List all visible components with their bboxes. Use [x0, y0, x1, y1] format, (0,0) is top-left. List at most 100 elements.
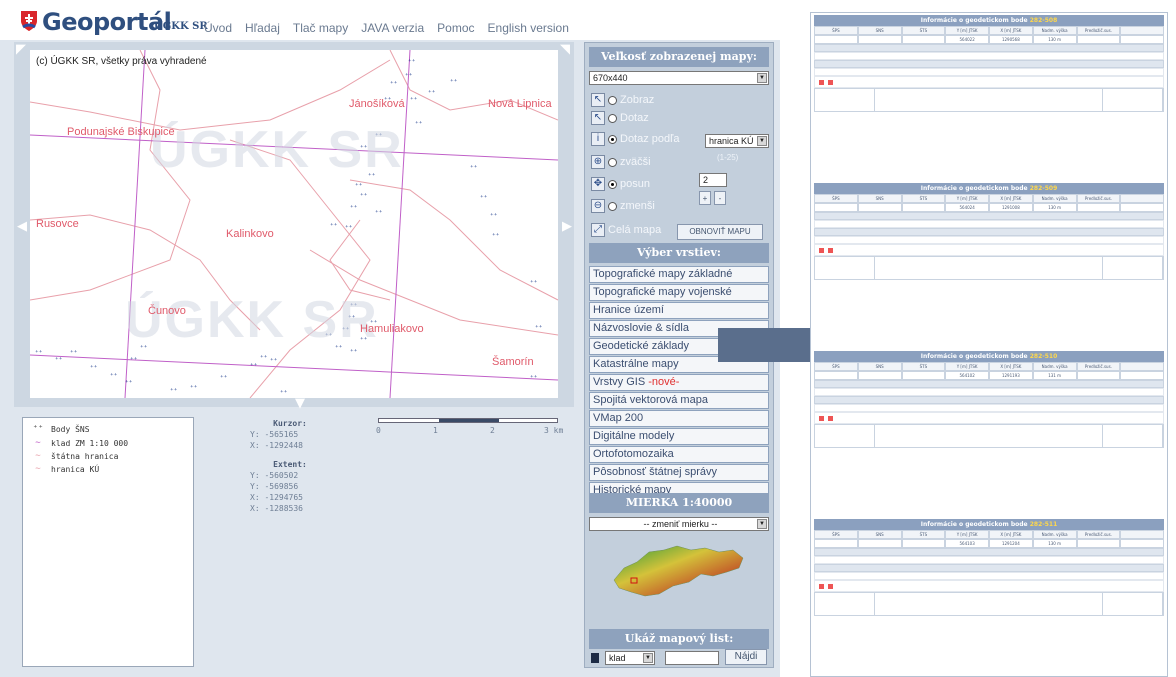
tool-zobraz[interactable]: ↖ Zobraz — [591, 93, 654, 107]
tool-dotaz-podla[interactable]: i Dotaz podľa — [591, 132, 679, 146]
nav-hladaj[interactable]: Hľadaj — [245, 21, 280, 35]
survey-point-icon: ⁺⁺ — [32, 424, 44, 434]
radio-zvacsi[interactable] — [608, 157, 617, 167]
note-cell — [815, 425, 875, 447]
find-sheet-button[interactable]: Nájdi — [725, 649, 767, 665]
pan-east-icon[interactable]: ▶ — [562, 220, 572, 233]
layer-button[interactable]: Topografické mapy základné — [589, 266, 769, 283]
photo-icon[interactable] — [828, 79, 833, 85]
coat-of-arms-icon — [21, 11, 37, 31]
radio-zobraz[interactable] — [608, 95, 617, 105]
point-value: 1291204 — [989, 539, 1033, 548]
extent-value: X: -1294765 — [250, 493, 303, 502]
layer-button[interactable]: Digitálne modely — [589, 428, 769, 445]
point-note-row — [814, 256, 1164, 280]
layer-button[interactable]: Ortofotomozaika — [589, 446, 769, 463]
layer-button[interactable]: Topografické mapy vojenské — [589, 284, 769, 301]
zoom-plus-button[interactable]: + — [699, 191, 711, 205]
tool-zmensi[interactable]: ⊖ zmenši — [591, 199, 655, 213]
legend-label: Body ŠNS — [51, 424, 90, 434]
refresh-map-button[interactable]: OBNOVIŤ MAPU — [677, 224, 763, 240]
radio-dotaz[interactable] — [608, 113, 617, 123]
tool-label: Celá mapa — [608, 224, 662, 236]
point-detail-row — [814, 52, 1164, 60]
svg-text:⁺⁺: ⁺⁺ — [125, 379, 133, 387]
svg-text:⁺⁺: ⁺⁺ — [375, 209, 383, 217]
extent-value: Y: -560502 — [250, 471, 299, 480]
photo-icon[interactable] — [828, 415, 833, 421]
point-value: 564022 — [945, 35, 989, 44]
svg-text:⁺⁺: ⁺⁺ — [90, 364, 98, 372]
zoom-level-input[interactable]: 2 — [699, 173, 727, 187]
column-header: X [m] JTSK — [989, 194, 1033, 203]
point-columns-row: ŠPS SNS ŠTS Y [m] JTSK X [m] JTSK Nadm. výška… — [814, 530, 1164, 539]
point-detail-row — [814, 212, 1164, 220]
note-cell — [815, 257, 875, 279]
svg-text:⁺⁺: ⁺⁺ — [280, 389, 288, 397]
app-title[interactable]: Geoportál — [42, 8, 172, 36]
pan-northwest-icon[interactable]: ◤ — [16, 43, 26, 56]
layer-button[interactable]: VMap 200 — [589, 410, 769, 427]
point-detail-row — [814, 44, 1164, 52]
sheet-number-input[interactable] — [665, 651, 719, 665]
pan-south-icon[interactable]: ▼ — [295, 397, 305, 410]
nav-java-verzia[interactable]: JAVA verzia — [361, 21, 424, 35]
sheet-type-select[interactable]: klad ▼ — [605, 651, 655, 665]
point-info-block: Informácie o geodetickom bode 282-508 ŠPS… — [814, 15, 1164, 112]
chevron-down-icon: ▼ — [757, 519, 767, 529]
point-value — [857, 203, 902, 212]
legend-item: ⁺⁺ Body ŠNS — [31, 424, 90, 434]
radio-dotaz-podla[interactable] — [608, 134, 617, 144]
page: Geoportál ÚGKK SR Úvod Hľadaj Tlač mapy … — [0, 0, 1176, 677]
point-value — [1120, 371, 1164, 380]
svg-text:⁺⁺: ⁺⁺ — [35, 349, 43, 357]
map-size-select[interactable]: 670x440 ▼ — [589, 71, 769, 85]
photo-icon[interactable] — [828, 247, 833, 253]
scale-select[interactable]: -- zmeniť mierku -- ▼ — [589, 517, 769, 531]
tool-cela-mapa[interactable]: ⤢ Celá mapa — [591, 223, 661, 237]
note-cell — [815, 89, 875, 111]
tool-dotaz[interactable]: ↖ Dotaz — [591, 111, 649, 125]
photo-icon[interactable] — [828, 583, 833, 589]
layer-button[interactable]: Spojitá vektorová mapa — [589, 392, 769, 409]
point-note-row — [814, 88, 1164, 112]
legend-label: hranica KÚ — [51, 464, 100, 474]
point-value: 1291193 — [989, 371, 1033, 380]
point-value: 131 m — [1032, 371, 1077, 380]
zoom-minus-button[interactable]: - — [714, 191, 726, 205]
point-value — [901, 539, 946, 548]
query-layer-select[interactable]: hranica KÚ ▼ — [705, 134, 769, 148]
new-badge: -nové- — [648, 376, 680, 388]
cursor-x: X: -1292448 — [250, 441, 303, 450]
pan-west-icon[interactable]: ◀ — [17, 220, 27, 233]
photo-icon[interactable] — [819, 247, 824, 253]
tool-zvacsi[interactable]: ⊕ zväčši — [591, 155, 651, 169]
nav-tlac-mapy[interactable]: Tlač mapy — [293, 21, 348, 35]
radio-posun[interactable] — [608, 179, 617, 189]
photo-icon[interactable] — [819, 415, 824, 421]
column-header: SNS — [857, 194, 902, 203]
radio-zmensi[interactable] — [608, 201, 617, 211]
point-info-block: Informácie o geodetickom bode 282-511 ŠPS… — [814, 519, 1164, 616]
svg-text:⁺⁺: ⁺⁺ — [345, 224, 353, 232]
line-symbol-icon: ∼ — [35, 451, 41, 461]
layer-button[interactable]: Pôsobnosť štátnej správy — [589, 464, 769, 481]
nav-english-version[interactable]: English version — [488, 21, 569, 35]
point-value — [857, 539, 902, 548]
photo-icon[interactable] — [819, 583, 824, 589]
scale-tick: 1 — [433, 426, 438, 435]
column-header: Predložič.sus. — [1076, 26, 1121, 35]
tool-label: Zobraz — [620, 94, 655, 106]
svg-text:⁺⁺: ⁺⁺ — [220, 374, 228, 382]
nav-uvod[interactable]: Úvod — [204, 21, 232, 35]
tool-posun[interactable]: ✥ posun — [591, 177, 650, 191]
pan-northeast-icon[interactable]: ◥ — [560, 43, 570, 56]
legend-item: ∼ klad ZM 1:10 000 — [31, 438, 128, 448]
nav-pomoc[interactable]: Pomoc — [437, 21, 474, 35]
column-header: Predložič.sus. — [1076, 194, 1121, 203]
geoportal-window: Geoportál ÚGKK SR Úvod Hľadaj Tlač mapy … — [0, 0, 780, 677]
slovakia-overview-map[interactable] — [609, 538, 749, 602]
photo-icon[interactable] — [819, 79, 824, 85]
svg-text:⁺⁺: ⁺⁺ — [110, 372, 118, 380]
point-info-title: Informácie o geodetickom bode — [920, 521, 1028, 528]
